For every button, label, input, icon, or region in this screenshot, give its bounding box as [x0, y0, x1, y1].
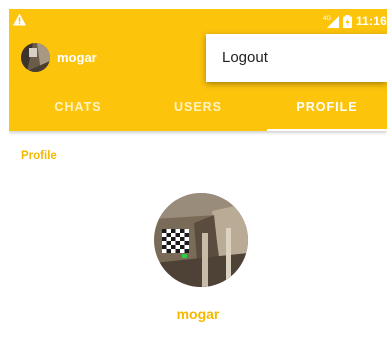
tab-profile[interactable]: PROFILE: [267, 83, 387, 131]
toolbar-username: mogar: [57, 50, 97, 65]
warning-icon: [13, 13, 26, 26]
overflow-menu: Logout: [206, 34, 387, 82]
svg-text:4G: 4G: [323, 16, 331, 22]
avatar[interactable]: [21, 43, 50, 72]
profile-avatar-image: [154, 193, 248, 287]
avatar-image: [21, 43, 50, 72]
clock: 11:16: [355, 14, 387, 28]
signal-icon: 4G: [323, 16, 339, 28]
profile-avatar[interactable]: [154, 193, 248, 287]
tab-indicator: [267, 129, 387, 131]
logout-menu-item[interactable]: Logout: [222, 34, 268, 82]
app-screen: 4G 11:16 mogar Logout CHATS USERS PROFIL…: [9, 9, 387, 349]
tab-chats[interactable]: CHATS: [9, 83, 147, 131]
tab-bar: CHATS USERS PROFILE: [9, 83, 387, 131]
status-bar: 4G 11:16: [9, 9, 387, 33]
section-title: Profile: [21, 150, 57, 162]
battery-icon: [342, 14, 352, 28]
status-indicators: 4G 11:16: [323, 12, 387, 30]
profile-name: mogar: [176, 306, 220, 322]
tab-users[interactable]: USERS: [129, 83, 267, 131]
